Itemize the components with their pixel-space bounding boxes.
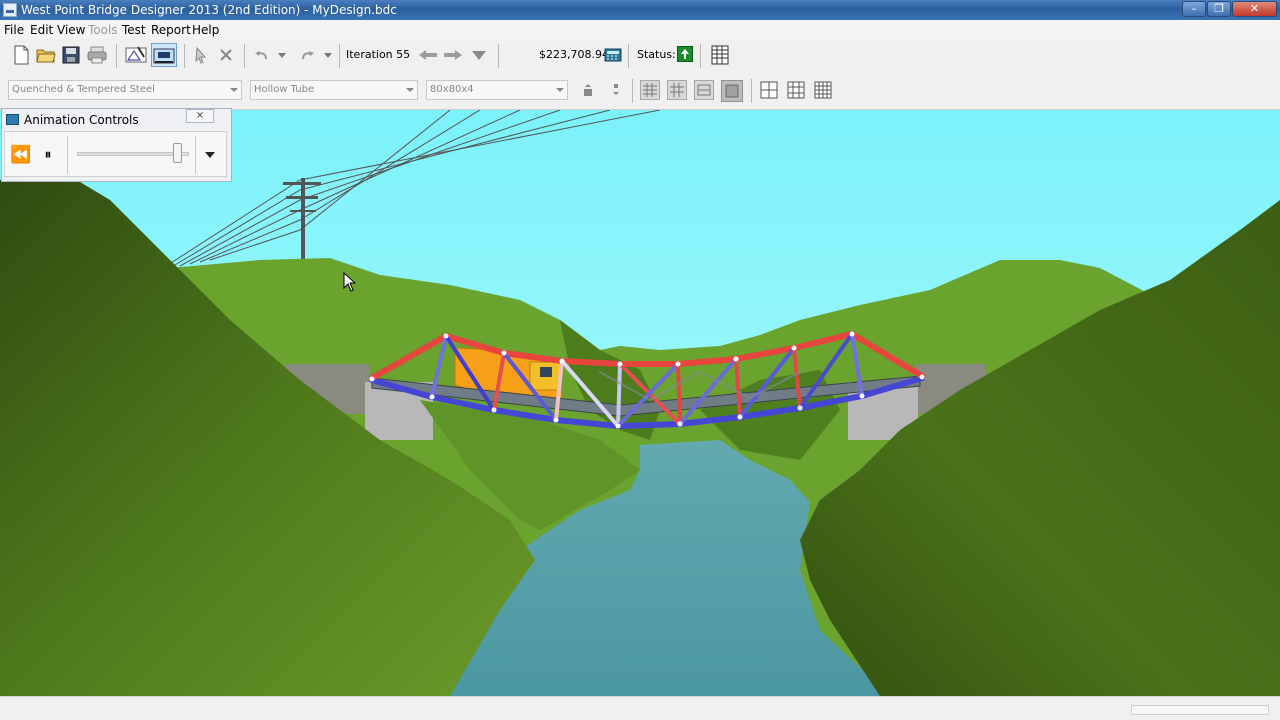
speed-slider-thumb[interactable] xyxy=(172,143,182,163)
cost-calculator-icon[interactable] xyxy=(603,45,623,65)
toolbar-separator xyxy=(116,44,117,68)
animation-close-button[interactable]: ⨯ xyxy=(186,109,214,123)
cost-report-icon[interactable] xyxy=(709,44,731,66)
select-icon[interactable] xyxy=(190,44,212,66)
size-value: 80x80x4 xyxy=(430,84,474,95)
main-toolbar: Iteration 55 $223,708.94 Status: xyxy=(0,39,1280,72)
new-file-icon[interactable] xyxy=(10,44,32,66)
view-member-list-icon[interactable] xyxy=(640,80,660,100)
animation-controls-title: Animation Controls xyxy=(24,113,139,127)
menu-help[interactable]: Help xyxy=(192,23,219,37)
forward-arrow-icon[interactable] xyxy=(442,45,464,65)
redo-icon[interactable] xyxy=(298,47,316,63)
back-arrow-icon[interactable] xyxy=(417,45,439,65)
menu-report[interactable]: Report xyxy=(151,23,191,37)
toolbar-separator xyxy=(184,44,185,68)
decrease-size-icon[interactable] xyxy=(609,82,623,98)
toolbar-separator xyxy=(632,79,633,103)
menu-tools[interactable]: Tools xyxy=(88,23,118,37)
animation-controls-panel: Animation Controls ⨯ ⏪ ⏸ xyxy=(1,108,232,182)
rewind-button[interactable]: ⏪ xyxy=(9,143,33,167)
load-test-viewport[interactable] xyxy=(0,110,1280,696)
toolbar-separator xyxy=(628,44,629,68)
bridge-scene xyxy=(0,110,1280,696)
delete-icon[interactable] xyxy=(215,44,237,66)
status-progress-area xyxy=(1131,705,1269,715)
view-rulers-icon[interactable] xyxy=(694,80,714,100)
maximize-button[interactable]: ❐ xyxy=(1207,1,1231,17)
menu-edit[interactable]: Edit xyxy=(30,23,53,37)
material-select[interactable]: Quenched & Tempered Steel xyxy=(8,80,242,100)
status-label: Status: xyxy=(637,48,676,61)
close-button[interactable]: ✕ xyxy=(1232,1,1277,17)
toolbar-separator xyxy=(751,79,752,103)
undo-dropdown-icon[interactable] xyxy=(276,49,288,61)
view-templates-icon[interactable] xyxy=(721,80,743,102)
fine-grid-icon[interactable] xyxy=(813,80,833,100)
redo-dropdown-icon[interactable] xyxy=(322,49,334,61)
drawing-board-icon[interactable] xyxy=(123,43,149,67)
chevron-down-icon xyxy=(556,88,564,92)
open-folder-icon[interactable] xyxy=(35,44,57,66)
undo-icon[interactable] xyxy=(253,47,271,63)
status-bar xyxy=(0,696,1280,720)
toolbar-separator xyxy=(339,44,340,68)
menu-view[interactable]: View xyxy=(57,23,85,37)
menu-bar: File Edit View Tools Test Report Help xyxy=(0,20,1280,39)
view-labels-icon[interactable] xyxy=(667,80,687,100)
minimize-button[interactable]: – xyxy=(1182,1,1206,17)
animation-options-dropdown[interactable] xyxy=(203,148,217,162)
section-value: Hollow Tube xyxy=(254,84,315,95)
toolbar-separator xyxy=(498,44,499,68)
pause-button[interactable]: ⏸ xyxy=(37,143,59,167)
load-test-icon[interactable] xyxy=(151,43,177,67)
chevron-down-icon xyxy=(205,152,215,158)
section-select[interactable]: Hollow Tube xyxy=(250,80,418,100)
material-value: Quenched & Tempered Steel xyxy=(12,84,155,95)
window-title: West Point Bridge Designer 2013 (2nd Edi… xyxy=(21,3,397,17)
menu-test[interactable]: Test xyxy=(122,23,146,37)
increase-size-icon[interactable] xyxy=(581,82,595,98)
chevron-down-icon xyxy=(230,88,238,92)
toolbar-separator xyxy=(700,44,701,68)
save-icon[interactable] xyxy=(60,44,82,66)
iteration-dropdown-icon[interactable] xyxy=(469,45,489,65)
member-toolbar: Quenched & Tempered Steel Hollow Tube 80… xyxy=(0,72,1280,110)
status-up-icon[interactable] xyxy=(677,46,693,62)
app-icon xyxy=(3,3,17,17)
iteration-label: Iteration 55 xyxy=(346,48,411,61)
animation-controls-body: ⏪ ⏸ xyxy=(4,131,227,177)
title-bar: West Point Bridge Designer 2013 (2nd Edi… xyxy=(0,0,1280,20)
mouse-cursor-icon xyxy=(343,272,357,292)
animation-window-icon xyxy=(6,114,19,125)
toolbar-separator xyxy=(244,44,245,68)
print-icon[interactable] xyxy=(86,44,108,66)
medium-grid-icon[interactable] xyxy=(786,80,806,100)
controls-divider xyxy=(195,136,196,174)
size-select[interactable]: 80x80x4 xyxy=(426,80,568,100)
menu-file[interactable]: File xyxy=(4,23,24,37)
coarse-grid-icon[interactable] xyxy=(759,80,779,100)
controls-divider xyxy=(67,136,68,174)
chevron-down-icon xyxy=(406,88,414,92)
cost-value: $223,708.94 xyxy=(539,48,609,61)
